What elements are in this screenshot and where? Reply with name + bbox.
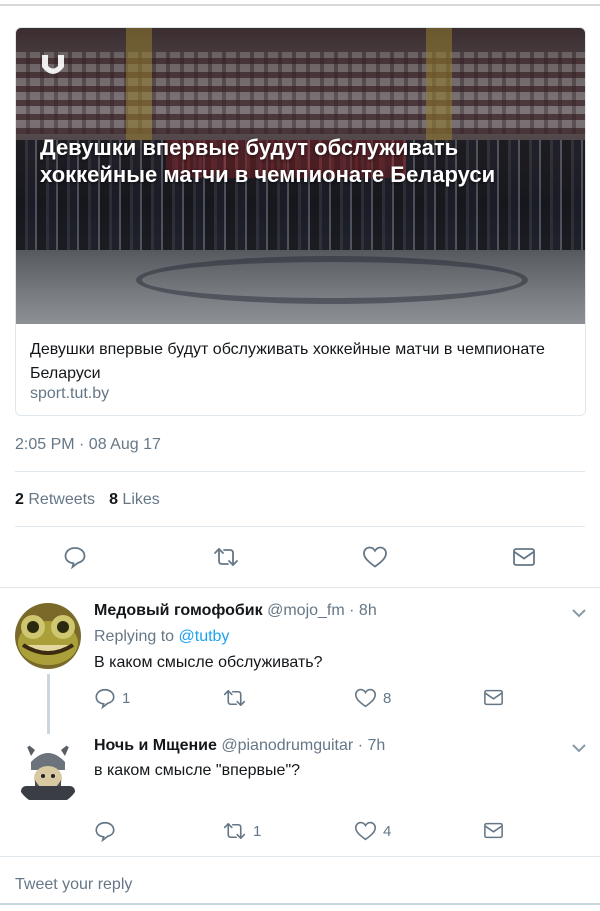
card-image[interactable]: Девушки впервые будут обслуживать хоккей… — [16, 28, 585, 324]
like-count: 4 — [383, 822, 392, 840]
tweet-timestamp[interactable]: 2:05 PM · 08 Aug 17 — [15, 436, 161, 454]
heart-icon — [354, 688, 377, 708]
direct-message-button[interactable] — [483, 688, 504, 707]
retweets-stat[interactable]: 2 Retweets — [15, 491, 95, 508]
card-title[interactable]: Девушки впервые будут обслуживать хоккей… — [30, 338, 570, 386]
frog-avatar-image — [15, 603, 81, 669]
envelope-icon — [484, 822, 503, 839]
viking-avatar-image — [15, 740, 81, 806]
divider — [15, 526, 585, 527]
direct-message-button[interactable] — [512, 546, 536, 568]
divider — [0, 856, 600, 857]
like-button[interactable]: 8 — [354, 687, 391, 709]
heart-icon — [363, 546, 387, 568]
envelope-icon — [484, 689, 503, 706]
reply-icon — [64, 547, 86, 569]
reply-button[interactable]: 1 — [94, 687, 130, 709]
retweet-button[interactable] — [222, 687, 253, 709]
retweet-count: 1 — [253, 822, 262, 840]
envelope-icon — [513, 548, 535, 566]
reply-button[interactable] — [94, 820, 122, 842]
top-divider — [0, 4, 600, 6]
heart-icon — [354, 821, 377, 841]
tweet-stats: 2 Retweets 8 Likes — [15, 491, 160, 509]
avatar[interactable] — [15, 740, 81, 806]
reply-header: Ночь и Мщение @pianodrumguitar · 7h — [94, 737, 385, 755]
reply-icon — [95, 821, 115, 842]
retweet-icon — [223, 823, 246, 839]
replying-to-link[interactable]: @tutby — [179, 628, 230, 645]
likes-stat[interactable]: 8 Likes — [109, 491, 160, 508]
display-name[interactable]: Медовый гомофобик — [94, 602, 263, 619]
reply-time[interactable]: · 7h — [358, 737, 386, 754]
reply-text: В каком смысле обслуживать? — [94, 654, 323, 671]
retweet-button[interactable] — [212, 545, 240, 569]
divider — [15, 471, 585, 472]
divider — [0, 587, 600, 588]
reply-composer[interactable]: Tweet your reply — [15, 876, 132, 894]
retweet-icon — [214, 548, 238, 566]
reply-text: в каком смысле "впервые"? — [94, 762, 301, 779]
user-handle[interactable]: @pianodrumguitar — [221, 737, 353, 754]
user-handle[interactable]: @mojo_fm — [267, 602, 345, 619]
thread-connector — [47, 674, 50, 734]
card-image-headline: Девушки впервые будут обслуживать хоккей… — [40, 135, 496, 187]
chevron-down-icon[interactable] — [572, 743, 586, 753]
chevron-down-icon[interactable] — [572, 608, 586, 618]
reply-icon — [95, 688, 115, 709]
reply-header: Медовый гомофобик @mojo_fm · 8h — [94, 602, 377, 620]
direct-message-button[interactable] — [483, 821, 504, 840]
composer-underline — [0, 903, 600, 905]
like-count: 8 — [383, 689, 392, 707]
avatar[interactable] — [15, 603, 81, 669]
link-card[interactable]: Девушки впервые будут обслуживать хоккей… — [15, 27, 586, 416]
card-domain[interactable]: sport.tut.by — [30, 385, 109, 403]
like-button[interactable] — [362, 545, 388, 569]
retweet-icon — [223, 690, 246, 706]
reply-button[interactable] — [63, 545, 87, 569]
tutby-logo-icon — [42, 55, 64, 74]
reply-time[interactable]: · 8h — [349, 602, 377, 619]
replying-to: Replying to @tutby — [94, 628, 230, 645]
display-name[interactable]: Ночь и Мщение — [94, 737, 217, 754]
like-button[interactable]: 4 — [354, 820, 391, 842]
retweet-button[interactable]: 1 — [222, 820, 261, 842]
reply-count: 1 — [122, 689, 131, 707]
